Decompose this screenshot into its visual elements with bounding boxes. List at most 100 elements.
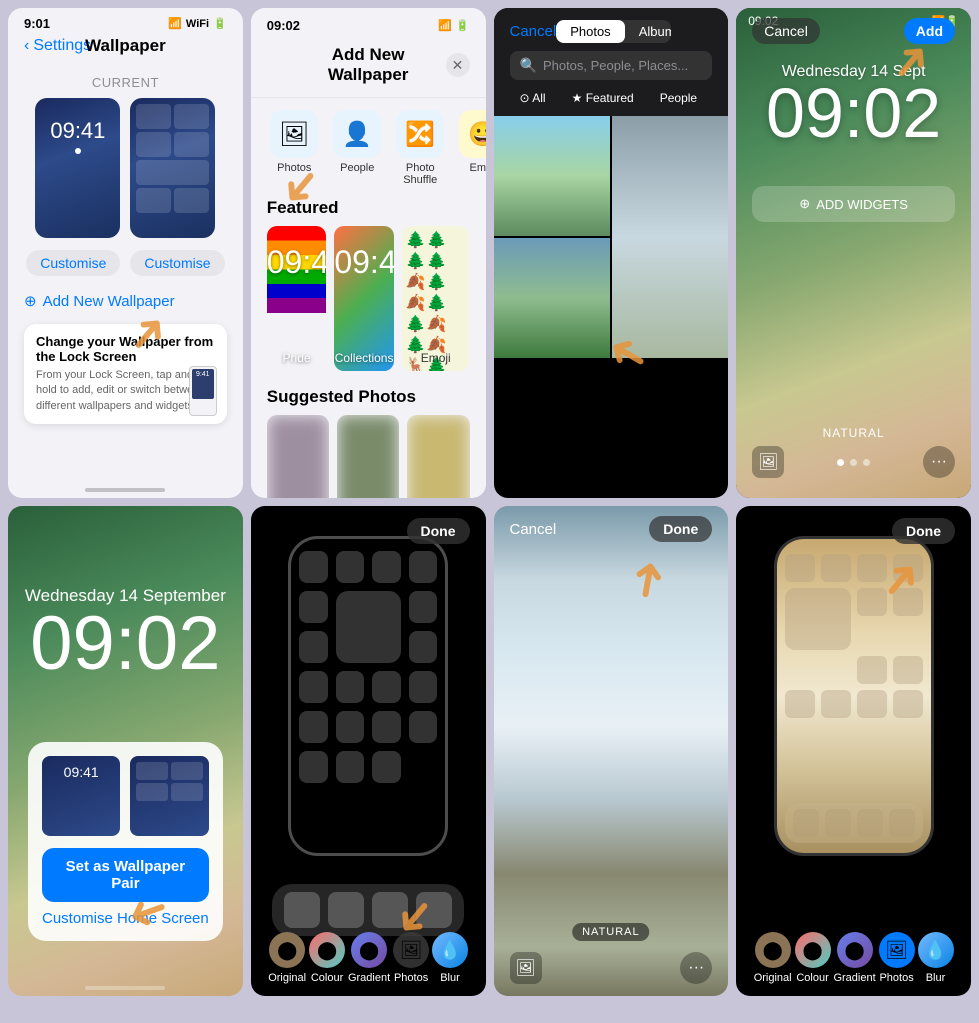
phone-mini: 9:41 [189,366,217,416]
dot-3 [863,459,870,466]
option8-gradient[interactable]: ⬤ Gradient [833,932,875,984]
dock-icon-3 [372,892,408,928]
plus-icon: ⊕ [799,196,810,212]
filter-featured[interactable]: ★ Featured [562,88,644,108]
dock-icon-2 [328,892,364,928]
full-ls-time: 09:02 [8,606,243,682]
card7-done-btn[interactable]: Done [649,516,712,542]
ls-more-btn[interactable]: ··· [923,446,955,478]
filter-people[interactable]: People [650,88,707,108]
option-gradient[interactable]: ⬤ Gradient [348,932,390,984]
option-photos[interactable]: 🖼 Photos [393,932,429,984]
home-apps-grid [299,551,437,783]
option-colour[interactable]: ⬤ Colour [309,932,345,984]
emoji-label: Emoji [402,351,470,365]
option-blur[interactable]: 💧 Blur [432,932,468,984]
photos-nav: Cancel Photos Albums [510,20,713,43]
type-photo-shuffle[interactable]: 🔀 Photo Shuffle [393,110,448,186]
ls-cancel-btn[interactable]: Cancel [752,18,820,44]
lock-screen-preview[interactable]: 09:41 [35,98,120,238]
scroll-indicator-5 [85,986,165,990]
option8-colour[interactable]: ⬤ Colour [795,932,831,984]
search-icon: 🔍 [520,57,537,74]
photo-thumb-waterfall[interactable] [612,116,728,358]
type-photos[interactable]: 🖼 Photos [267,110,322,186]
customize-lock-btn[interactable]: Customise [26,250,120,276]
gradient8-icon: ⬤ [837,932,873,968]
tooltip-title: Change your Wallpaper from the Lock Scre… [36,334,215,364]
photos-tabs: Photos Albums [556,20,671,43]
add-circle-icon: ⊕ [24,292,37,310]
tab-photos[interactable]: Photos [556,20,624,43]
bottom-options-6: ⬤ Original ⬤ Colour ⬤ Gradient 🖼 Photos … [251,932,486,984]
status-icons: 📶WiFi🔋 [168,17,227,30]
pair-lock-screen: 09:41 [42,756,120,836]
set-pair-btn[interactable]: Set as Wallpaper Pair [42,848,209,902]
colour-icon: ⬤ [309,932,345,968]
add-wallpaper-label: Add New Wallpaper [43,293,175,310]
photo-thumb-1[interactable] [494,116,610,236]
scroll-indicator [85,488,165,492]
wallpaper-previews: 09:41 [24,98,227,238]
suggested-title: Suggested Photos [267,387,470,407]
card7-photos-icon[interactable]: 🖼 [510,952,542,984]
screen-lockscreen-preview: 09:02 📶🔋 Cancel Add Wednesday 14 Sept 09… [736,8,971,498]
collections-label: Collections [334,351,394,365]
search-placeholder: Photos, People, Places... [543,58,688,73]
customize-home-btn[interactable]: Customise [130,250,224,276]
back-label: Settings [33,37,91,55]
filter-all[interactable]: ⊙ All [510,88,556,108]
arrow-indicator-7: ➜ [621,556,675,604]
natural-label: NATURAL [736,426,971,440]
suggested-section: Suggested Photos [251,379,486,498]
add-wallpaper-btn[interactable]: ⊕ Add New Wallpaper [24,288,227,314]
status-time: 9:01 [24,16,50,31]
featured-pride[interactable]: 09:41 Pride [267,226,327,371]
modal-close-btn[interactable]: ✕ [446,53,470,77]
type-emoji[interactable]: 😀 Emoji [456,110,486,186]
option8-blur[interactable]: 💧 Blur [918,932,954,984]
ls-add-btn[interactable]: Add [904,18,955,44]
blur8-icon: 💧 [918,932,954,968]
pair-preview: 09:41 [42,756,209,836]
option-original[interactable]: ⬤ Original [268,932,306,984]
search-bar[interactable]: 🔍 Photos, People, Places... [510,51,713,80]
option8-photos[interactable]: 🖼 Photos [879,932,915,984]
option8-original[interactable]: ⬤ Original [754,932,792,984]
tooltip-box: Change your Wallpaper from the Lock Scre… [24,324,227,424]
ls-photos-icon[interactable]: 🖼 [752,446,784,478]
mini-time: 9:41 [192,369,214,378]
ls-add-widgets-btn[interactable]: ⊕ ADD WIDGETS [752,186,955,222]
card7-more-btn[interactable]: ··· [680,952,712,984]
card6-done-btn[interactable]: Done [407,518,470,544]
photos-option-label: Photos [394,972,428,984]
card7-cancel-btn[interactable]: Cancel [510,521,557,538]
phone-outline2 [774,536,934,856]
home-screen-preview[interactable] [130,98,215,238]
back-button[interactable]: ‹ Settings [24,37,91,55]
ls-time-display: 09:02 [736,78,971,148]
wallpaper-types: 🖼 Photos 👤 People 🔀 Photo Shuffle 😀 Emoj… [251,98,486,198]
type-people[interactable]: 👤 People [330,110,385,186]
people-icon: 👤 [333,110,381,158]
status-time-2: 09:02 [267,18,300,33]
lock-preview-time: 09:41 [35,118,120,144]
suggested-2[interactable] [337,415,399,498]
card8-done-btn[interactable]: Done [892,518,955,544]
original-icon: ⬤ [269,932,305,968]
suggested-1[interactable] [267,415,329,498]
photos8-icon: 🖼 [879,932,915,968]
screen-wallpaper-settings: 9:01 📶WiFi🔋 ‹ Settings Wallpaper CURRENT… [8,8,243,498]
featured-emoji[interactable]: 🌲🌲🌲🌲 🍂🌲🍂🌲 🌲🍂🌲🍂 🦌🌲🦌🌲 Emoji [402,226,470,371]
photos-option-icon: 🖼 [393,932,429,968]
photos-cancel-btn[interactable]: Cancel [510,23,557,40]
featured-collections[interactable]: 09:41 Collections [334,226,394,371]
screen-waterfall-photo: Cancel Done NATURAL 🖼 ··· ➜ [494,506,729,996]
dock-bar [272,884,464,936]
photo-thumb-2[interactable] [494,238,610,358]
tab-albums[interactable]: Albums [625,20,671,43]
pride-label: Pride [267,351,327,365]
customize-home-link[interactable]: Customise Home Screen [42,910,209,927]
phone-outline [288,536,448,856]
suggested-3[interactable] [407,415,469,498]
